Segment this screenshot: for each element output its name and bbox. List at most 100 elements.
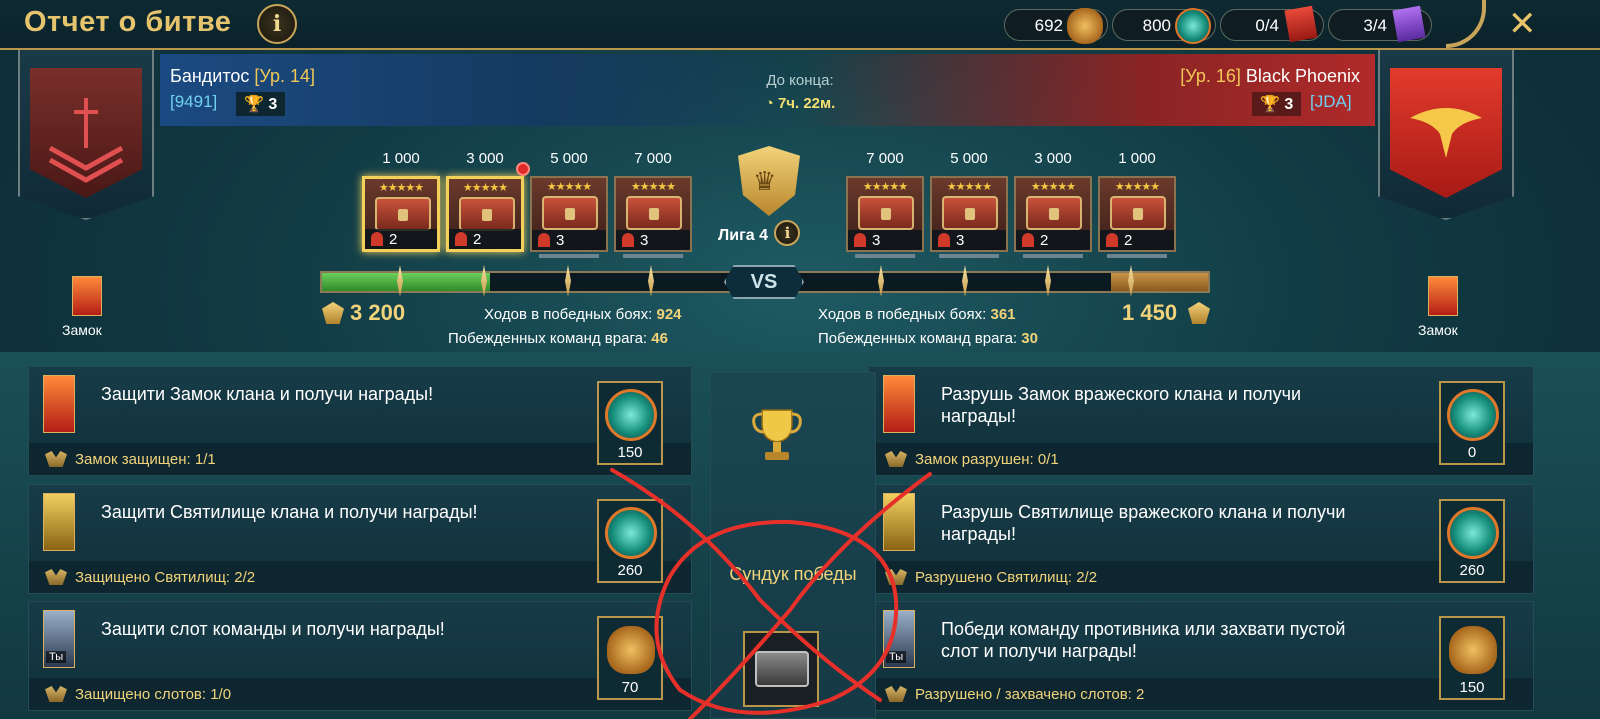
teal-orb-icon — [1447, 389, 1499, 441]
mission-row[interactable]: Защити Замок клана и получи награды! Замо… — [28, 366, 692, 476]
chest-count: 3 — [640, 232, 649, 249]
red-scroll-icon — [1284, 5, 1318, 43]
stat-value: 924 — [656, 306, 682, 323]
chest-tick — [623, 254, 683, 258]
reward-chest[interactable]: ★★★★★ 3 — [846, 176, 924, 252]
lock-icon — [482, 209, 492, 221]
league-label[interactable]: Лига 4 i — [718, 220, 801, 248]
champion-icon — [622, 233, 634, 247]
chest-amount: 7 000 — [634, 150, 672, 167]
stat-label: Ходов в победных боях: — [484, 306, 653, 323]
timer-label: До конца: — [766, 72, 834, 89]
purple-scroll-icon — [1392, 5, 1426, 43]
chest-stars: ★★★★★ — [546, 181, 592, 193]
chest-footer: 2 — [449, 229, 521, 249]
reward-chest[interactable]: ★★★★★ 2 — [362, 176, 440, 252]
mission-status: Защищено Святилищ: 2/2 — [75, 569, 256, 586]
mission-status: Разрушено / захвачено слотов: 2 — [915, 686, 1145, 703]
chest-stars: ★★★★★ — [946, 181, 992, 193]
castle-icon-left — [72, 276, 102, 316]
info-icon[interactable]: i — [257, 4, 297, 44]
mission-text: Защити Святилище клана и получи награды! — [101, 502, 478, 522]
reward-value: 260 — [1459, 562, 1485, 579]
lock-icon — [649, 208, 659, 220]
champion-icon — [1106, 233, 1118, 247]
reward-chest[interactable]: ★★★★★ 2 — [1098, 176, 1176, 252]
reward-chest[interactable]: ★★★★★ 3 — [614, 176, 692, 252]
resource-gold[interactable]: 692 — [1004, 8, 1108, 44]
chest-stars: ★★★★★ — [1114, 181, 1160, 193]
victory-chest[interactable] — [743, 631, 819, 707]
mission-row[interactable]: Ты Победи команду противника или захвати … — [868, 601, 1534, 711]
decorative-arc — [1446, 0, 1486, 48]
mission-text: Разрушь Замок вражеского клана и получи … — [941, 384, 1302, 426]
score-shield-icon — [322, 302, 344, 324]
reward-chest[interactable]: ★★★★★ 3 — [930, 176, 1008, 252]
mission-row[interactable]: Разрушь Святилище вражеского клана и пол… — [868, 484, 1534, 594]
chest-footer: 3 — [848, 230, 922, 250]
chest-footer: 3 — [532, 230, 606, 250]
mission-row[interactable]: Ты Защити слот команды и получи награды! З… — [28, 601, 692, 711]
chest-tick — [1107, 254, 1167, 258]
mission-icon — [883, 493, 915, 551]
chest-amount: 3 000 — [1034, 150, 1072, 167]
resource-orbs[interactable]: 800 — [1112, 8, 1216, 44]
mission-reward[interactable]: 0 — [1439, 381, 1505, 465]
resource-red-scrolls[interactable]: 0/4 — [1220, 5, 1324, 43]
chest-stars: ★★★★★ — [630, 181, 676, 193]
mission-status: Защищено слотов: 1/0 — [75, 686, 232, 703]
mission-reward[interactable]: 260 — [597, 499, 663, 583]
champion-icon — [938, 233, 950, 247]
chest-footer: 2 — [1016, 230, 1090, 250]
mission-row[interactable]: Разрушь Замок вражеского клана и получи … — [868, 366, 1534, 476]
resource-purple-scrolls[interactable]: 3/4 — [1328, 5, 1432, 43]
mission-text: Защити слот команды и получи награды! — [101, 619, 445, 639]
mission-status: Замок защищен: 1/1 — [75, 451, 216, 468]
chest-amount: 3 000 — [466, 150, 504, 167]
league-info-icon[interactable]: i — [774, 220, 801, 246]
left-defeated: Побежденных команд врага: 46 — [448, 330, 668, 347]
lock-icon — [398, 209, 408, 221]
lock-icon — [1049, 208, 1059, 220]
gold-bag-icon — [1067, 8, 1103, 44]
close-icon[interactable]: ✕ — [1508, 4, 1537, 44]
chest-amount: 1 000 — [382, 150, 420, 167]
stat-label: Ходов в победных боях: — [818, 306, 987, 323]
mission-reward[interactable]: 150 — [597, 381, 663, 465]
chest-count: 2 — [389, 231, 398, 248]
chest-tick — [539, 254, 599, 258]
chest-tick — [1023, 254, 1083, 258]
reward-chest[interactable]: ★★★★★ 2 — [446, 176, 524, 252]
reward-chest[interactable]: ★★★★★ 2 — [1014, 176, 1092, 252]
mission-text: Защити Замок клана и получи награды! — [101, 384, 434, 404]
trophy-cup-icon — [752, 409, 802, 460]
chest-count: 2 — [1124, 232, 1133, 249]
reward-value: 260 — [617, 562, 643, 579]
champion-icon — [1022, 233, 1034, 247]
mission-row[interactable]: Защити Святилище клана и получи награды!… — [28, 484, 692, 594]
lock-icon — [881, 208, 891, 220]
chest-amount: 1 000 — [1118, 150, 1156, 167]
reward-value: 150 — [617, 444, 643, 461]
reward-chest[interactable]: ★★★★★ 3 — [530, 176, 608, 252]
mission-icon: Ты — [883, 610, 915, 668]
chest-amount: 5 000 — [950, 150, 988, 167]
mission-reward[interactable]: 70 — [597, 616, 663, 700]
right-progress-fill — [1110, 273, 1208, 291]
resource-value: 692 — [1034, 16, 1063, 35]
reward-value: 70 — [621, 679, 639, 696]
chest-icon — [755, 651, 809, 687]
stat-value: 46 — [651, 330, 668, 347]
vs-badge: VS — [724, 265, 804, 299]
chest-count: 3 — [872, 232, 881, 249]
clock-icon: ◔ — [764, 95, 774, 112]
mission-reward[interactable]: 260 — [1439, 499, 1505, 583]
avatar-label: Ты — [886, 651, 907, 663]
castle-label-right: Замок — [1418, 322, 1458, 338]
mission-reward[interactable]: 150 — [1439, 616, 1505, 700]
chest-stars: ★★★★★ — [862, 181, 908, 193]
chest-footer: 2 — [365, 229, 437, 249]
lock-icon — [1133, 208, 1143, 220]
chest-footer: 3 — [616, 230, 690, 250]
chest-amount: 7 000 — [866, 150, 904, 167]
